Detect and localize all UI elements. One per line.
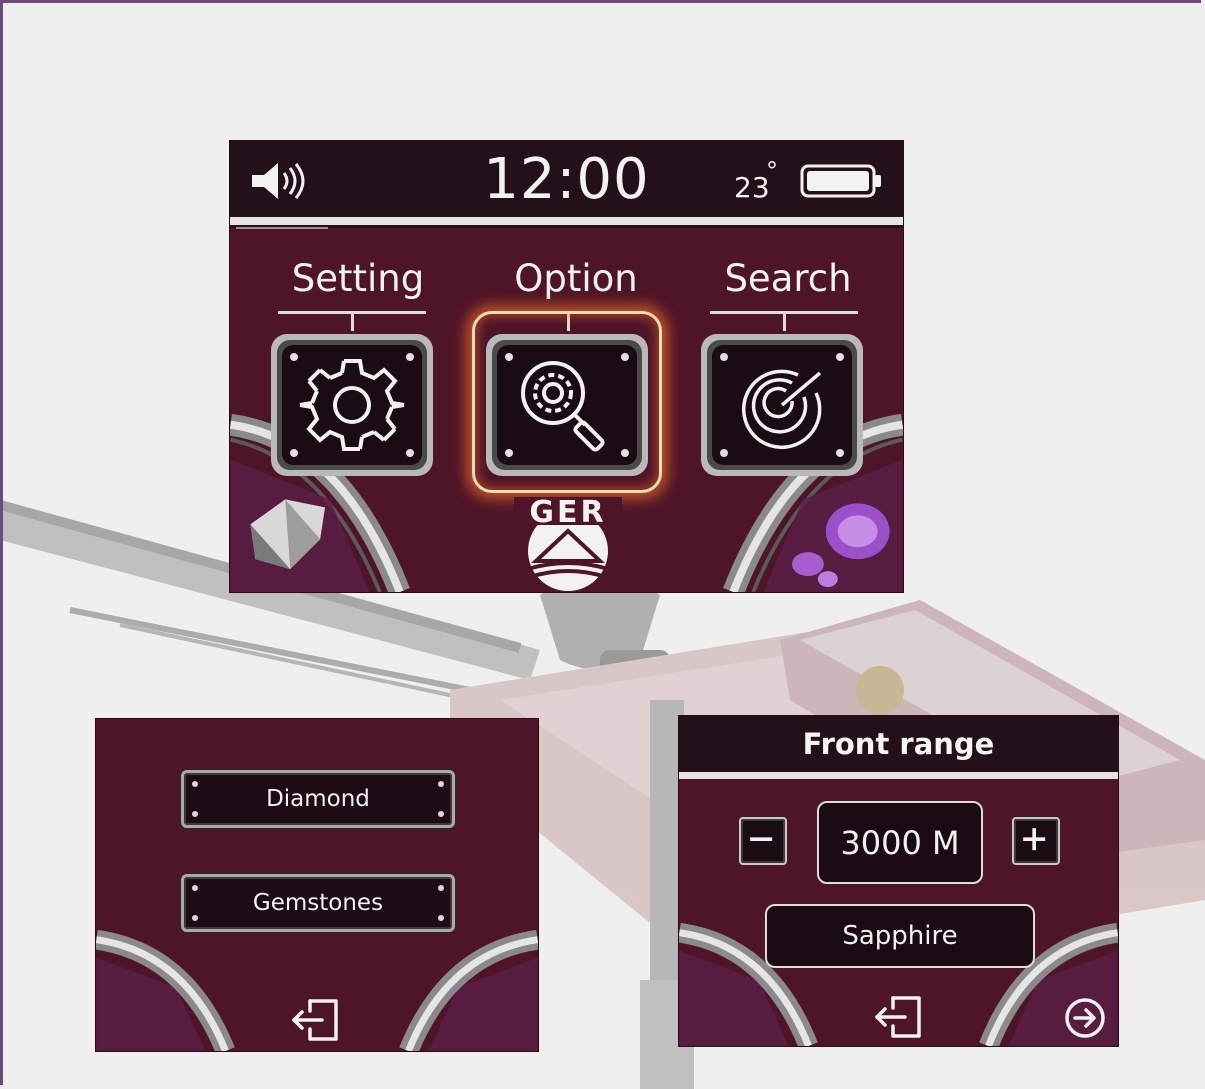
screw bbox=[438, 781, 444, 787]
gemstones-button-label: Gemstones bbox=[252, 890, 384, 916]
temperature-value: 23 bbox=[734, 171, 770, 204]
search-button[interactable] bbox=[698, 331, 866, 479]
menu-label-setting: Setting bbox=[291, 257, 425, 300]
diamond-button[interactable]: Diamond bbox=[181, 770, 455, 828]
diamond-button-label: Diamond bbox=[266, 786, 370, 812]
range-title: Front range bbox=[679, 716, 1118, 772]
setting-button[interactable] bbox=[268, 331, 436, 479]
screw bbox=[192, 781, 198, 787]
front-range-screen: Front range 3000 M Sapphire bbox=[678, 715, 1119, 1047]
status-divider-shadow bbox=[230, 225, 903, 228]
decrease-button[interactable] bbox=[739, 817, 787, 865]
radar-icon bbox=[701, 334, 863, 476]
arrow-right-circle-icon[interactable] bbox=[1063, 996, 1107, 1040]
option-button[interactable] bbox=[483, 331, 651, 479]
increase-button[interactable] bbox=[1012, 817, 1060, 865]
temperature-unit: ° bbox=[766, 157, 778, 185]
range-value: 3000 M bbox=[817, 801, 983, 884]
screw bbox=[192, 811, 198, 817]
gear-icon bbox=[271, 334, 433, 476]
gemstones-button[interactable]: Gemstones bbox=[181, 874, 455, 932]
exit-icon[interactable] bbox=[871, 992, 927, 1042]
menu-label-option: Option bbox=[514, 257, 638, 300]
ger-logo: GER bbox=[514, 495, 622, 591]
connector-search-stem bbox=[783, 313, 786, 331]
battery-icon bbox=[800, 164, 881, 198]
status-bar: 12:00 23 ° bbox=[230, 141, 903, 217]
exit-icon[interactable] bbox=[288, 995, 344, 1045]
screw bbox=[192, 885, 198, 891]
logo-text: GER bbox=[529, 495, 606, 530]
status-divider bbox=[230, 217, 903, 225]
gear-search-icon bbox=[486, 334, 648, 476]
header-divider bbox=[679, 772, 1118, 779]
progress-indicator bbox=[236, 227, 328, 229]
screw bbox=[438, 885, 444, 891]
main-menu-screen: 12:00 23 ° Setting Option Search GER bbox=[229, 140, 904, 593]
menu-label-search: Search bbox=[724, 257, 852, 300]
plus-icon bbox=[1023, 828, 1046, 851]
connector-setting-stem bbox=[351, 313, 354, 331]
screw bbox=[192, 915, 198, 921]
material-selector[interactable]: Sapphire bbox=[765, 904, 1035, 968]
screw bbox=[438, 915, 444, 921]
minus-icon bbox=[750, 837, 773, 841]
screw bbox=[438, 811, 444, 817]
gem-type-screen: Diamond Gemstones bbox=[95, 718, 539, 1052]
